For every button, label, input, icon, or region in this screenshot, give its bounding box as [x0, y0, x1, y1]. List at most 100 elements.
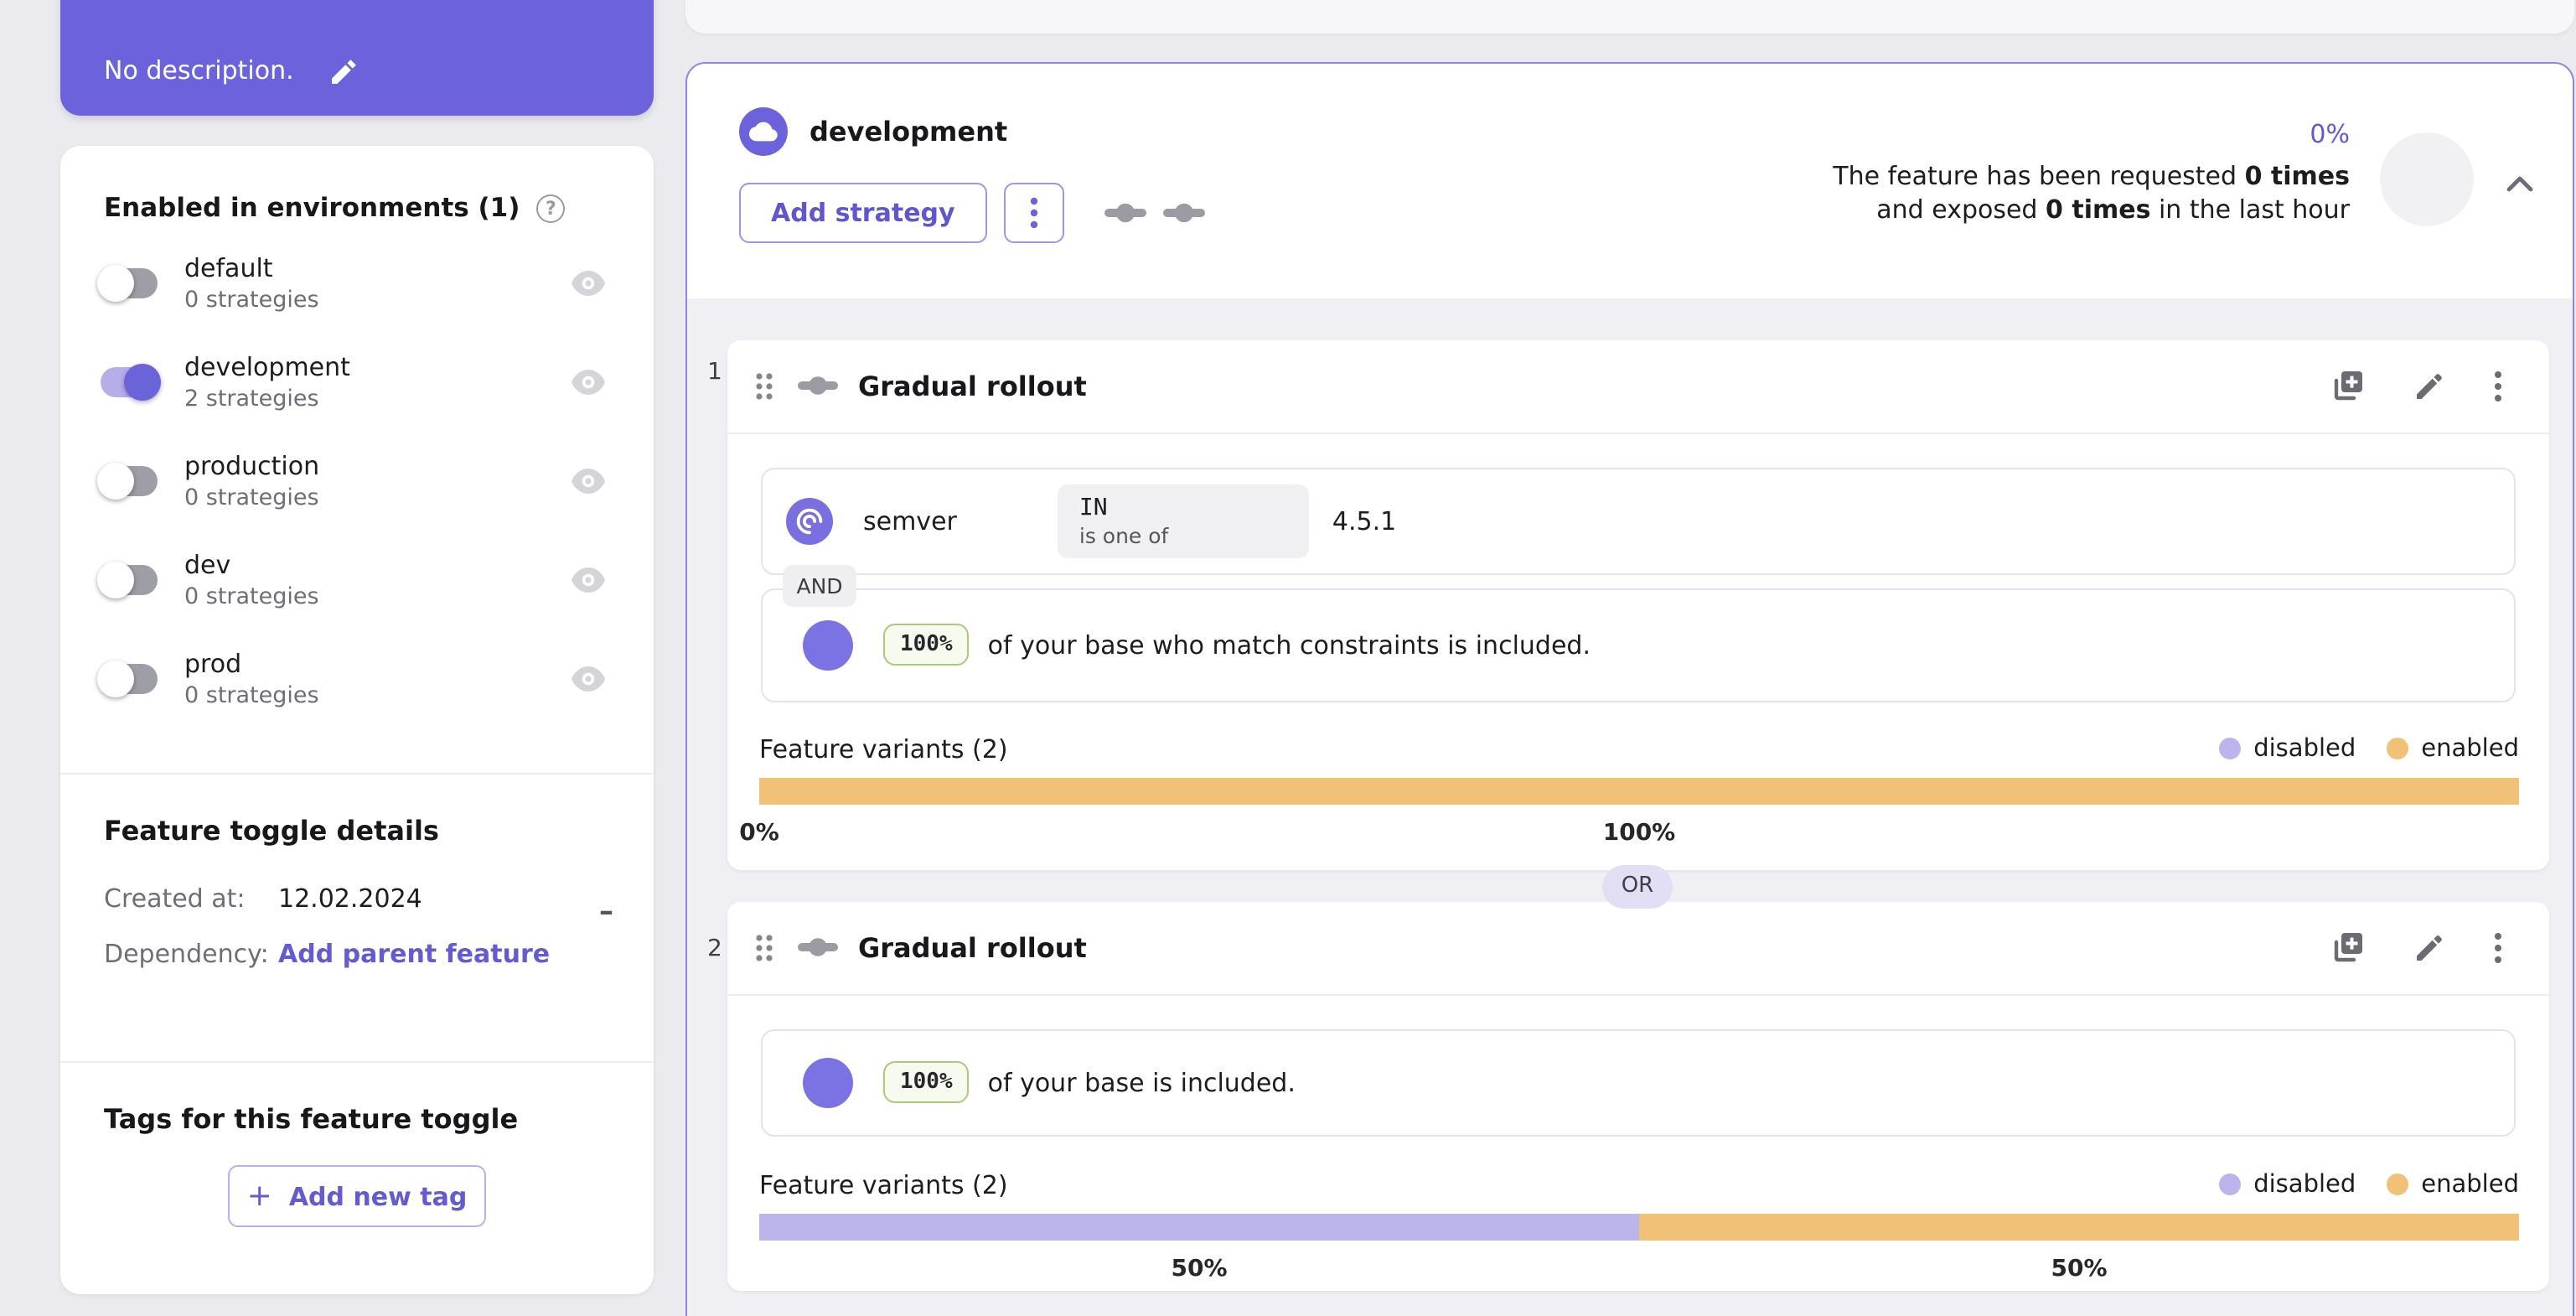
enabled-legend-dot	[2386, 1174, 2408, 1195]
rollout-row: 100% of your base is included.	[761, 1028, 2516, 1136]
eye-icon[interactable]	[570, 665, 607, 692]
collapse-environment-button[interactable]	[2506, 168, 2534, 199]
rollout-percentage-chip: 100%	[883, 1061, 970, 1103]
disabled-legend-label: disabled	[2253, 1171, 2356, 1198]
environment-header: development Add strategy 0% The feature …	[687, 64, 2573, 298]
eye-icon[interactable]	[570, 566, 607, 593]
eye-icon[interactable]	[570, 467, 607, 494]
variants-legend: disabled enabled	[2218, 735, 2519, 762]
environment-row-prod: prod 0 strategies	[97, 639, 613, 718]
created-at-value: 12.02.2024	[278, 883, 422, 914]
disabled-legend-dot	[2218, 738, 2241, 759]
feature-details-section: Feature toggle details – Created at: 12.…	[60, 775, 654, 1063]
variants-bar-labels: 0% 100%	[739, 819, 1676, 846]
spiral-target-icon	[796, 507, 823, 534]
strategy-card-gradual-rollout-2: Gradual rollout 100% of your base is inc…	[727, 901, 2549, 1290]
rollout-circle	[803, 1057, 853, 1107]
environment-strategy-count: 0 strategies	[184, 286, 319, 313]
drag-handle-icon[interactable]	[754, 370, 774, 402]
created-at-label: Created at:	[104, 883, 246, 914]
environment-toggle-dev[interactable]	[97, 561, 158, 598]
enabled-legend-label: enabled	[2421, 735, 2519, 762]
constraint-operator: IN	[1079, 494, 1108, 521]
previous-card-edge	[685, 0, 2574, 34]
constraint-value: 4.5.1	[1332, 505, 1397, 536]
environment-toggle-prod[interactable]	[97, 660, 158, 697]
environment-name: development	[184, 351, 350, 381]
environment-name: default	[184, 252, 273, 282]
strategy-card-gradual-rollout-1: Gradual rollout semver IN is one of 4.5.…	[727, 339, 2549, 869]
constraint-badge	[786, 497, 833, 544]
feature-details-title: Feature toggle details	[104, 815, 439, 847]
strategy-number: 1	[707, 358, 722, 385]
eye-icon[interactable]	[570, 368, 607, 395]
rollout-slider-icon	[798, 369, 838, 402]
strategy-title: Gradual rollout	[858, 931, 1087, 963]
metrics-percent: 0%	[2310, 119, 2350, 149]
strategy-header: Gradual rollout	[727, 901, 2549, 995]
help-icon[interactable]: ?	[536, 194, 566, 222]
strategies-list: 1 Gradual rollout semver IN is one of 4.…	[687, 298, 2573, 1316]
variants-bar-labels: 50% 50%	[1171, 1255, 2108, 1282]
eye-icon[interactable]	[570, 269, 607, 296]
rollout-description: of your base who match constraints is in…	[987, 630, 1591, 660]
environments-section: Enabled in environments (1) ? default 0 …	[60, 146, 654, 775]
add-strategy-button[interactable]: Add strategy	[739, 183, 987, 243]
edit-strategy-icon[interactable]	[2413, 370, 2445, 402]
enabled-legend-dot	[2386, 738, 2408, 759]
disabled-legend-dot	[2218, 1174, 2241, 1195]
metrics-line-2: and exposed 0 times in the last hour	[1876, 194, 2350, 224]
strategy-title: Gradual rollout	[858, 370, 1087, 402]
rollout-percentage-chip: 100%	[883, 624, 970, 666]
kebab-icon	[1030, 197, 1037, 229]
environment-toggle-default[interactable]	[97, 264, 158, 301]
environment-menu-button[interactable]	[1003, 183, 1064, 243]
environment-row-dev: dev 0 strategies	[97, 540, 613, 619]
environment-name: prod	[184, 648, 242, 678]
rollout-slider-icon	[1104, 203, 1146, 223]
edit-strategy-icon[interactable]	[2413, 931, 2445, 963]
environment-strategy-count: 0 strategies	[184, 583, 319, 609]
environment-metrics: 0% The feature has been requested 0 time…	[1833, 119, 2350, 226]
metrics-circle	[2380, 132, 2474, 226]
rollout-description: of your base is included.	[987, 1067, 1296, 1097]
environments-title: Enabled in environments (1)	[104, 193, 520, 223]
rollout-slider-icon	[1162, 203, 1205, 223]
tags-title: Tags for this feature toggle	[104, 1103, 519, 1135]
environment-strategy-count: 2 strategies	[184, 385, 319, 412]
dependency-row: Dependency: Add parent feature	[104, 939, 613, 969]
constraint-context-name: semver	[863, 505, 957, 536]
feature-variants-row: Feature variants (2) disabled enabled	[759, 1169, 2519, 1199]
environment-toggle-development[interactable]	[101, 363, 161, 400]
copy-strategy-icon[interactable]	[2330, 368, 2365, 403]
applied-strategy-icons	[1104, 196, 1205, 230]
collapse-details-icon[interactable]: –	[599, 898, 613, 927]
metrics-line-1: The feature has been requested 0 times	[1833, 161, 2350, 191]
strategy-number: 2	[707, 935, 722, 961]
edit-description-icon[interactable]	[331, 57, 360, 85]
constraint-operator-description: is one of	[1079, 522, 1169, 547]
development-environment-card: development Add strategy 0% The feature …	[685, 62, 2574, 1316]
add-parent-feature-link[interactable]: Add parent feature	[278, 939, 550, 969]
environment-strategy-count: 0 strategies	[184, 681, 319, 708]
feature-toggle-page: No description. Enabled in environments …	[0, 0, 2576, 1316]
feature-variants-label: Feature variants (2)	[759, 733, 1008, 764]
environment-row-default: default 0 strategies	[97, 243, 613, 322]
created-at-row: Created at: 12.02.2024	[104, 883, 613, 914]
strategy-menu-icon[interactable]	[2494, 370, 2502, 402]
chevron-up-icon	[2506, 176, 2533, 192]
add-new-tag-label: Add new tag	[288, 1181, 468, 1211]
cloud-icon	[749, 122, 778, 142]
environment-toggle-production[interactable]	[97, 462, 158, 499]
copy-strategy-icon[interactable]	[2330, 930, 2365, 965]
strategy-menu-icon[interactable]	[2494, 931, 2502, 963]
variants-bar	[759, 1213, 2519, 1240]
variants-legend: disabled enabled	[2218, 1171, 2519, 1198]
environment-name: dev	[184, 549, 231, 579]
rollout-slider-icon	[798, 930, 838, 964]
environment-name: production	[184, 450, 320, 480]
environment-row-production: production 0 strategies	[97, 441, 613, 520]
disabled-legend-label: disabled	[2253, 735, 2356, 762]
add-new-tag-button[interactable]: + Add new tag	[228, 1165, 486, 1227]
drag-handle-icon[interactable]	[754, 931, 774, 963]
